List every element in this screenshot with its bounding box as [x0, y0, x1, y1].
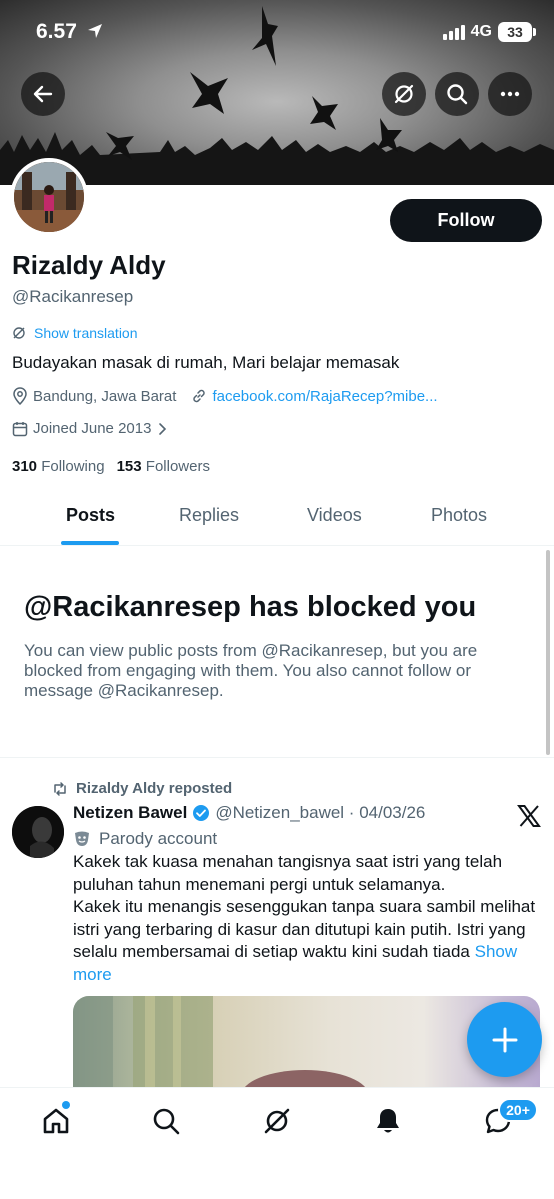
profile-joined: Joined June 2013 [33, 420, 152, 437]
post-text: Kakek tak kuasa menahan tangisnya saat i… [73, 851, 547, 986]
notifications-icon [377, 1109, 399, 1133]
nav-search[interactable] [150, 1105, 182, 1137]
followers-label: Followers [145, 458, 210, 475]
home-icon [43, 1108, 69, 1134]
status-indicators: 4G 33 [442, 22, 536, 42]
battery-indicator: 33 [498, 22, 536, 42]
profile-tabs: Posts Replies Videos Photos [0, 490, 554, 546]
compose-button[interactable] [467, 1002, 542, 1077]
tab-replies[interactable]: Replies [179, 505, 239, 526]
post-author-name[interactable]: Netizen Bawel [73, 803, 187, 823]
post-author-meta: @Netizen_bawel · 04/03/26 [215, 803, 426, 822]
back-arrow-icon [33, 85, 53, 103]
more-button[interactable] [488, 72, 532, 116]
search-icon [153, 1108, 180, 1135]
location-icon [13, 387, 27, 405]
nav-home[interactable] [40, 1105, 72, 1137]
followers-count: 153 [116, 458, 142, 475]
grok-icon [394, 84, 414, 104]
translate-icon [13, 327, 25, 339]
nav-notifications[interactable] [372, 1105, 404, 1137]
show-translation-label: Show translation [34, 325, 138, 341]
link-icon [193, 389, 206, 403]
follow-button[interactable]: Follow [390, 199, 542, 242]
repost-icon [54, 781, 66, 796]
tab-videos[interactable]: Videos [307, 505, 362, 526]
messages-badge: 20+ [498, 1098, 538, 1122]
chevron-right-icon [159, 422, 167, 435]
calendar-icon [12, 421, 28, 436]
following-count: 310 [12, 458, 38, 475]
post-author-avatar[interactable] [12, 806, 64, 858]
profile-avatar[interactable] [10, 158, 88, 236]
network-type: 4G [470, 23, 492, 40]
back-button[interactable] [21, 72, 65, 116]
parody-label-row: Parody account [73, 829, 217, 849]
show-translation-link[interactable]: Show translation [12, 325, 138, 341]
repost-label: Rizaldy Aldy reposted [76, 780, 233, 797]
post-body: Kakek tak kuasa menahan tangisnya saat i… [73, 852, 536, 961]
location-arrow-icon [86, 22, 104, 45]
repost-indicator: Rizaldy Aldy reposted [52, 780, 232, 797]
parody-label: Parody account [99, 829, 218, 848]
following-link[interactable]: 310 Following [12, 458, 105, 475]
parody-mask-icon [75, 831, 89, 846]
scrollbar[interactable] [546, 550, 550, 755]
search-button[interactable] [435, 72, 479, 116]
profile-banner[interactable]: 6.57 4G 33 [0, 0, 554, 185]
verified-icon [193, 805, 210, 821]
status-bar: 6.57 4G 33 [0, 0, 554, 62]
profile-joined-row[interactable]: Joined June 2013 [12, 420, 168, 437]
profile-handle: @Racikanresep [12, 287, 134, 306]
blocked-notice: @Racikanresep has blocked you You can vi… [0, 547, 554, 758]
tab-posts[interactable]: Posts [66, 505, 115, 526]
more-icon [500, 91, 520, 97]
follow-counts: 310 Following 153 Followers [12, 458, 210, 475]
blocked-text: You can view public posts from @Racikanr… [24, 641, 478, 700]
plus-icon [492, 1027, 517, 1052]
signal-icon [442, 24, 465, 40]
profile-bio: Budayakan masak di rumah, Mari belajar m… [12, 353, 400, 372]
grok-icon [264, 1108, 290, 1134]
x-logo-icon [517, 805, 541, 827]
following-label: Following [41, 458, 105, 475]
status-time: 6.57 [36, 20, 77, 43]
followers-link[interactable]: 153 Followers [117, 458, 210, 475]
profile-website-link[interactable]: facebook.com/RajaRecep?mibe... [212, 388, 437, 405]
blocked-title: @Racikanresep has blocked you [24, 591, 477, 623]
tab-photos[interactable]: Photos [431, 505, 487, 526]
profile-name: Rizaldy Aldy [12, 250, 166, 280]
profile-meta-row: Bandung, Jawa Barat facebook.com/RajaRec… [12, 387, 438, 405]
grok-button[interactable] [382, 72, 426, 116]
nav-grok[interactable] [261, 1105, 293, 1137]
post-header: Netizen Bawel @Netizen_bawel · 04/03/26 [73, 803, 425, 823]
bottom-nav: 20+ [0, 1087, 554, 1199]
home-unread-dot [62, 1101, 70, 1109]
active-tab-indicator [61, 541, 119, 545]
search-icon [447, 84, 468, 105]
profile-location: Bandung, Jawa Barat [33, 387, 177, 405]
